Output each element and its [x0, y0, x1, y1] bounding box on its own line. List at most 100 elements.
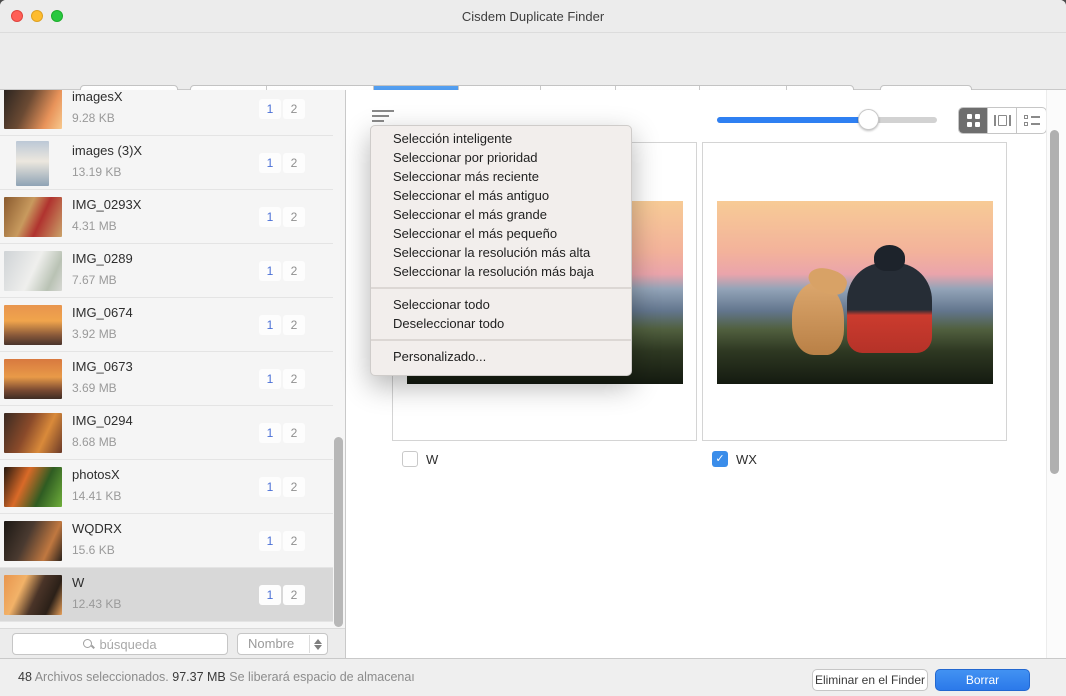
- copy-badges: 1 2: [259, 369, 305, 389]
- thumbnail-image: [4, 90, 62, 129]
- checkbox-label: WX: [736, 452, 757, 467]
- compare-view-button[interactable]: [988, 108, 1017, 133]
- delete-button[interactable]: Borrar: [935, 669, 1030, 691]
- thumbnail-image: [4, 359, 62, 399]
- sidebar-footer: búsqueda Nombre: [0, 628, 345, 658]
- thumbnail-image: [16, 141, 49, 186]
- copy-badges: 1 2: [259, 315, 305, 335]
- badge-1[interactable]: 1: [259, 153, 281, 173]
- copy-badges: 1 2: [259, 207, 305, 227]
- grid-view-button[interactable]: [959, 108, 988, 133]
- file-name: IMG_0294: [72, 413, 133, 428]
- badge-1[interactable]: 1: [259, 315, 281, 335]
- file-size: 9.28 KB: [72, 111, 115, 125]
- badge-1[interactable]: 1: [259, 261, 281, 281]
- view-mode-control: [958, 107, 1047, 134]
- duplicate-card-wx[interactable]: [702, 142, 1007, 441]
- copy-badges: 1 2: [259, 153, 305, 173]
- menu-separator: [371, 339, 631, 341]
- list-item[interactable]: imagesX 9.28 KB 1 2: [0, 90, 333, 136]
- badge-2[interactable]: 2: [283, 531, 305, 551]
- search-icon: [83, 639, 94, 650]
- compare-icon: [994, 115, 1011, 126]
- menu-item-priority[interactable]: Seleccionar por prioridad: [371, 148, 631, 167]
- menu-item-newest[interactable]: Seleccionar más reciente: [371, 167, 631, 186]
- list-item[interactable]: IMG_0293X 4.31 MB 1 2: [0, 190, 333, 244]
- copy-badges: 1 2: [259, 585, 305, 605]
- grid-icon: [967, 114, 980, 127]
- selection-menu: Selección inteligente Seleccionar por pr…: [370, 125, 632, 376]
- badge-1[interactable]: 1: [259, 585, 281, 605]
- badge-2[interactable]: 2: [283, 369, 305, 389]
- badge-1[interactable]: 1: [259, 207, 281, 227]
- stepper-icon[interactable]: [309, 635, 325, 653]
- file-name: WQDRX: [72, 521, 122, 536]
- file-name: photosX: [72, 467, 120, 482]
- menu-item-oldest[interactable]: Seleccionar el más antiguo: [371, 186, 631, 205]
- card-checkbox-row: W: [402, 451, 438, 467]
- checkbox-unchecked[interactable]: [402, 451, 418, 467]
- menu-item-select-all[interactable]: Seleccionar todo: [371, 295, 631, 314]
- file-size: 13.19 KB: [72, 165, 121, 179]
- file-name: IMG_0673: [72, 359, 133, 374]
- file-size: 15.6 KB: [72, 543, 115, 557]
- badge-1[interactable]: 1: [259, 99, 281, 119]
- list-item[interactable]: IMG_0294 8.68 MB 1 2: [0, 406, 333, 460]
- file-size: 3.92 MB: [72, 327, 117, 341]
- thumbnail-image: [4, 413, 62, 453]
- checkbox-checked[interactable]: ✓: [712, 451, 728, 467]
- file-size: 3.69 MB: [72, 381, 117, 395]
- sort-select[interactable]: Nombre: [237, 633, 328, 655]
- list-item[interactable]: IMG_0289 7.67 MB 1 2: [0, 244, 333, 298]
- badge-1[interactable]: 1: [259, 477, 281, 497]
- menu-item-deselect-all[interactable]: Deseleccionar todo: [371, 314, 631, 333]
- menu-item-highres[interactable]: Seleccionar la resolución más alta: [371, 243, 631, 262]
- badge-2[interactable]: 2: [283, 153, 305, 173]
- list-item[interactable]: images (3)X 13.19 KB 1 2: [0, 136, 333, 190]
- badge-2[interactable]: 2: [283, 585, 305, 605]
- card-checkbox-row: ✓ WX: [712, 451, 757, 467]
- remove-in-finder-button[interactable]: Eliminar en el Finder: [812, 669, 928, 691]
- badge-1[interactable]: 1: [259, 369, 281, 389]
- content-scrollbar[interactable]: [1050, 130, 1059, 474]
- badge-2[interactable]: 2: [283, 99, 305, 119]
- sidebar-scrollbar[interactable]: [334, 437, 343, 627]
- file-size: 7.67 MB: [72, 273, 117, 287]
- file-name: imagesX: [72, 90, 123, 104]
- list-item[interactable]: WQDRX 15.6 KB 1 2: [0, 514, 333, 568]
- list-view-button[interactable]: [1017, 108, 1046, 133]
- menu-item-smart[interactable]: Selección inteligente: [371, 129, 631, 148]
- badge-2[interactable]: 2: [283, 477, 305, 497]
- sidebar: imagesX 9.28 KB 1 2 images (3)X 13.19 KB…: [0, 90, 346, 658]
- search-input[interactable]: búsqueda: [12, 633, 228, 655]
- menu-item-largest[interactable]: Seleccionar el más grande: [371, 205, 631, 224]
- status-bar: 48 Archivos seleccionados. 97.37 MB Se l…: [0, 658, 1066, 696]
- slider-handle[interactable]: [858, 109, 879, 130]
- select-menu-button[interactable]: [372, 110, 396, 126]
- badge-2[interactable]: 2: [283, 261, 305, 281]
- list-item[interactable]: photosX 14.41 KB 1 2: [0, 460, 333, 514]
- menu-item-custom[interactable]: Personalizado...: [371, 347, 631, 366]
- file-name: IMG_0674: [72, 305, 133, 320]
- thumbnail-image: [4, 251, 62, 291]
- badge-2[interactable]: 2: [283, 207, 305, 227]
- badge-1[interactable]: 1: [259, 423, 281, 443]
- list-item[interactable]: IMG_0673 3.69 MB 1 2: [0, 352, 333, 406]
- copy-badges: 1 2: [259, 477, 305, 497]
- thumbnail-size-slider[interactable]: [717, 117, 937, 123]
- file-name: W: [72, 575, 84, 590]
- badge-2[interactable]: 2: [283, 423, 305, 443]
- badge-1[interactable]: 1: [259, 531, 281, 551]
- content-scroll-track[interactable]: [1046, 90, 1066, 658]
- badge-2[interactable]: 2: [283, 315, 305, 335]
- menu-item-lowres[interactable]: Seleccionar la resolución más baja: [371, 262, 631, 281]
- menu-item-smallest[interactable]: Seleccionar el más pequeño: [371, 224, 631, 243]
- title-bar: Cisdem Duplicate Finder: [0, 0, 1066, 33]
- list-item-selected[interactable]: W 12.43 KB 1 2: [0, 568, 333, 622]
- thumbnail-image: [4, 467, 62, 507]
- list-icon: [1024, 115, 1040, 126]
- copy-badges: 1 2: [259, 531, 305, 551]
- slider-fill: [717, 117, 869, 123]
- file-size: 8.68 MB: [72, 435, 117, 449]
- list-item[interactable]: IMG_0674 3.92 MB 1 2: [0, 298, 333, 352]
